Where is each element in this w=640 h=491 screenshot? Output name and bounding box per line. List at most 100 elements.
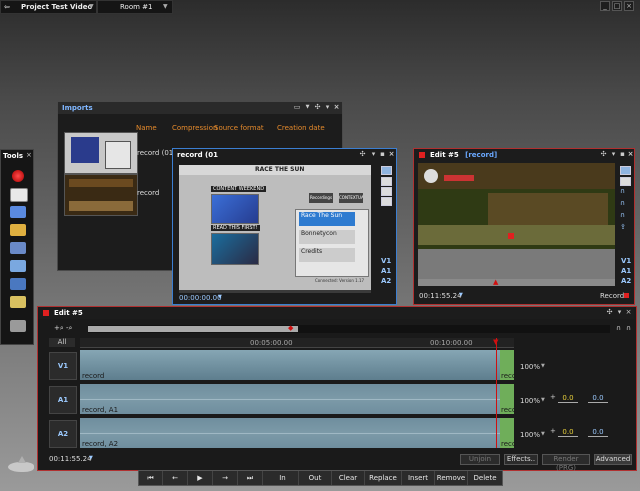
chevron-down-icon[interactable]: ▼ [304, 104, 311, 111]
folder-icon[interactable] [10, 224, 26, 236]
list-item[interactable]: record [137, 189, 159, 197]
list-icon[interactable] [381, 177, 392, 186]
undock-icon[interactable]: ▪ [619, 151, 626, 158]
col-compression[interactable]: Compression [172, 124, 217, 132]
chevron-down-icon[interactable]: ▼ [541, 363, 545, 369]
plus-icon[interactable]: + [550, 427, 556, 435]
pin-icon[interactable]: ▾ [370, 151, 377, 158]
clip-a1-tail[interactable]: reco [500, 384, 516, 414]
chevron-down-icon[interactable]: ▼ [218, 294, 222, 300]
settings-icon[interactable]: ✣ [314, 104, 321, 111]
record-button[interactable] [624, 293, 629, 298]
window-icon[interactable] [381, 197, 392, 206]
mark-out-button[interactable]: Out [299, 471, 332, 485]
track-header-a1[interactable]: A1 [49, 386, 77, 414]
delete-button[interactable]: Delete [468, 471, 502, 485]
export-icon[interactable] [10, 296, 26, 308]
folder-icon[interactable] [381, 166, 392, 175]
grid-icon[interactable] [10, 242, 26, 254]
clip-v1-tail[interactable]: reco [500, 350, 516, 380]
clip-a2[interactable]: record, A2 [80, 418, 514, 448]
settings-icon[interactable]: ✣ [600, 151, 607, 158]
chevron-down-icon[interactable]: ▼ [89, 455, 93, 461]
room-selector[interactable]: Room #1 ▼ [97, 0, 173, 14]
mark-in-button[interactable]: In [267, 471, 299, 485]
clear-button[interactable]: Clear [332, 471, 365, 485]
timeline-scrollbar[interactable]: ◆ [88, 324, 610, 333]
pin-icon[interactable]: ▾ [610, 151, 617, 158]
track-a1[interactable]: A1 [381, 267, 391, 275]
scrollbar-thumb[interactable] [88, 326, 298, 332]
maximize-button[interactable]: □ [612, 1, 622, 11]
track-v1[interactable]: V1 [381, 257, 391, 265]
project-selector[interactable]: ⇦ Project Test Video ▼ [0, 0, 97, 14]
close-icon[interactable]: × [388, 151, 395, 158]
zoom-in-icon[interactable]: +⌕ [54, 324, 64, 333]
network-icon[interactable] [10, 278, 26, 290]
gain-a1[interactable]: 0.0 [558, 395, 578, 403]
track-a2[interactable]: A2 [381, 277, 391, 285]
list-icon[interactable] [620, 177, 631, 186]
close-icon[interactable]: × [627, 151, 634, 158]
transition-icon[interactable]: ∩ [616, 324, 621, 332]
advanced-button[interactable]: Advanced [594, 454, 632, 465]
close-icon[interactable]: × [625, 309, 632, 316]
settings-icon[interactable]: ✣ [606, 309, 613, 316]
track-a1[interactable]: A1 [621, 267, 631, 275]
step-forward-button[interactable]: → [213, 471, 238, 485]
track-a2[interactable]: A2 [621, 277, 631, 285]
close-icon[interactable]: × [333, 104, 340, 111]
transition-icon[interactable]: ∩ [620, 199, 625, 207]
col-creation-date[interactable]: Creation date [277, 124, 325, 132]
chevron-down-icon[interactable]: ▼ [541, 431, 545, 437]
back-icon[interactable]: ⇦ [4, 1, 10, 13]
effects-button[interactable]: Effects.. [504, 454, 538, 465]
track-header-a2[interactable]: A2 [49, 420, 77, 448]
close-button[interactable]: × [624, 1, 634, 11]
transition-icon[interactable]: ∩ [620, 187, 625, 195]
chevron-down-icon[interactable]: ▼ [163, 1, 168, 13]
storyboard-icon[interactable] [10, 206, 26, 218]
zoom-out-icon[interactable]: -⌕ [66, 324, 72, 333]
source-scrubber[interactable] [179, 290, 371, 293]
close-icon[interactable]: × [26, 151, 32, 159]
volume-a1[interactable]: 100% [520, 397, 540, 405]
robot-icon[interactable] [10, 320, 26, 332]
pin-icon[interactable]: ▾ [616, 309, 623, 316]
remove-button[interactable]: Remove [435, 471, 468, 485]
timeline-playhead[interactable] [496, 338, 497, 448]
gain-a2[interactable]: 0.0 [558, 429, 578, 437]
col-source-format[interactable]: Source format [214, 124, 264, 132]
volume-a2[interactable]: 100% [520, 431, 540, 439]
volume-v1[interactable]: 100% [520, 363, 540, 371]
3d-box-icon[interactable] [10, 260, 26, 272]
settings-icon[interactable]: ✣ [359, 151, 366, 158]
col-name[interactable]: Name [136, 124, 157, 132]
timeline-ruler[interactable]: 00:05:00.00 00:10:00.00 [80, 338, 514, 348]
track-v1[interactable]: V1 [621, 257, 631, 265]
transition-icon[interactable]: ∩ [620, 211, 625, 219]
import-thumbnail[interactable] [64, 174, 138, 216]
list-view-icon[interactable]: ▭ [292, 104, 302, 111]
import-thumbnail[interactable] [64, 132, 138, 174]
source-video-frame[interactable]: RACE THE SUN CONTENT WEEKEND READ THIS F… [179, 165, 371, 291]
clip-a1[interactable]: record, A1 [80, 384, 514, 414]
play-button[interactable]: ▶ [188, 471, 213, 485]
master-scrubber[interactable] [418, 279, 615, 286]
split-icon[interactable] [381, 187, 392, 196]
gain2-a2[interactable]: 0.0 [588, 429, 608, 437]
replace-button[interactable]: Replace [365, 471, 402, 485]
master-video-frame[interactable] [418, 163, 615, 279]
minimize-button[interactable]: _ [600, 1, 610, 11]
plus-icon[interactable]: + [550, 393, 556, 401]
step-back-button[interactable]: ← [163, 471, 188, 485]
gain2-a1[interactable]: 0.0 [588, 395, 608, 403]
undock-icon[interactable]: ▪ [379, 151, 386, 158]
clip-v1[interactable]: record [80, 350, 514, 380]
chevron-down-icon[interactable]: ▼ [89, 1, 94, 13]
render-button[interactable]: Render (PRG) [542, 454, 590, 472]
transition-icon[interactable]: ∩ [626, 324, 631, 332]
record-icon[interactable] [12, 170, 24, 182]
folder-icon[interactable] [620, 166, 631, 175]
playhead-marker[interactable]: ▼ [493, 338, 498, 346]
